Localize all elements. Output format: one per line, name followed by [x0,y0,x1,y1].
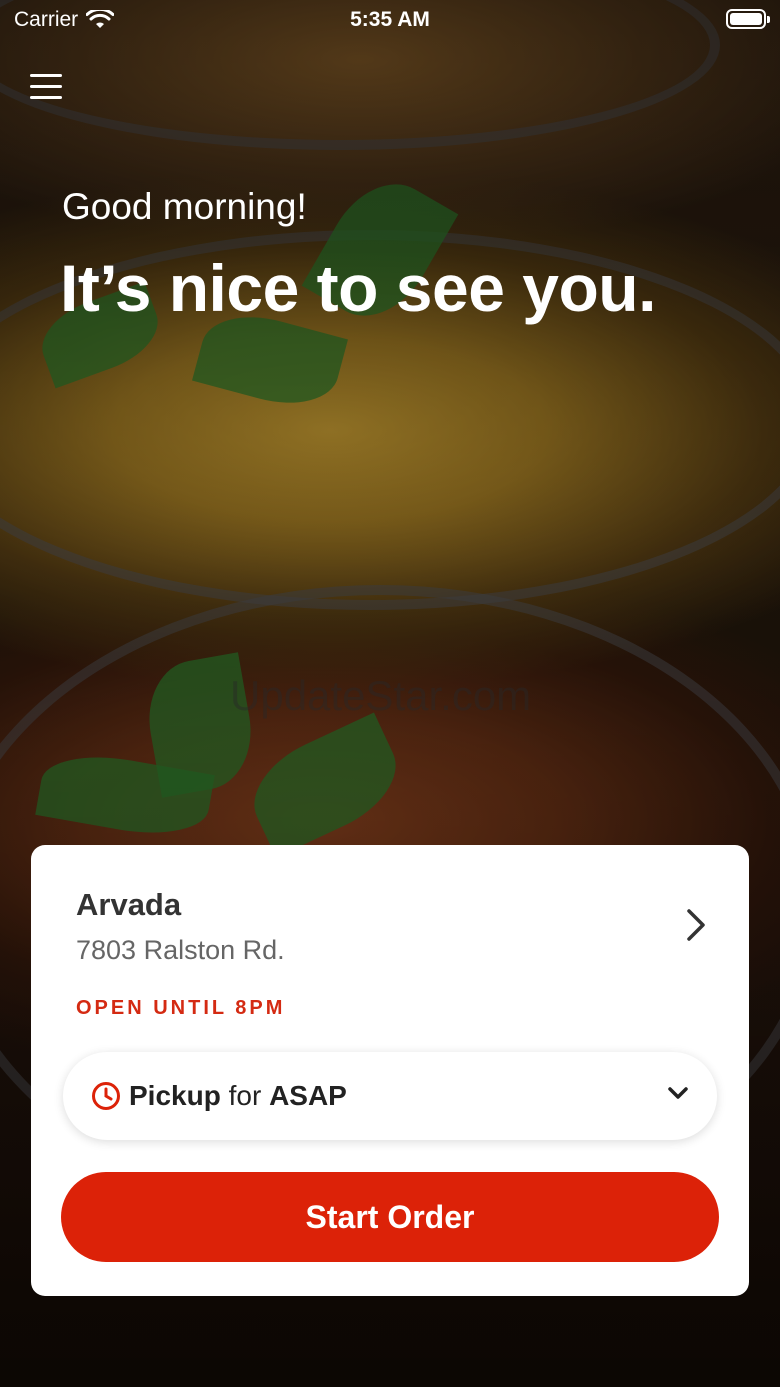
headline-text: It’s nice to see you. [60,251,656,325]
location-address: 7803 Ralston Rd. [76,935,285,965]
greeting-text: Good morning! [62,186,307,227]
chevron-right-icon[interactable] [683,907,709,943]
order-time: ASAP [269,1080,347,1111]
battery-icon [726,9,770,29]
open-status: OPEN UNTIL 8PM [76,997,286,1019]
chevron-down-icon [668,1087,688,1099]
order-mode: Pickup [129,1080,221,1111]
pickup-label: Pickup for ASAP [129,1080,347,1112]
location-name: Arvada [76,887,182,922]
location-card: Arvada 7803 Ralston Rd. OPEN UNTIL 8PM P… [31,845,749,1296]
status-bar: Carrier 5:35 AM [0,0,780,40]
status-time: 5:35 AM [350,8,430,31]
watermark: UpdateStar.com [230,672,532,719]
clock-icon [92,1082,120,1110]
menu-icon[interactable] [30,74,62,102]
order-connector: for [228,1080,262,1111]
pickup-time-select[interactable]: Pickup for ASAP [63,1052,717,1140]
start-order-button[interactable]: Start Order [61,1172,719,1262]
